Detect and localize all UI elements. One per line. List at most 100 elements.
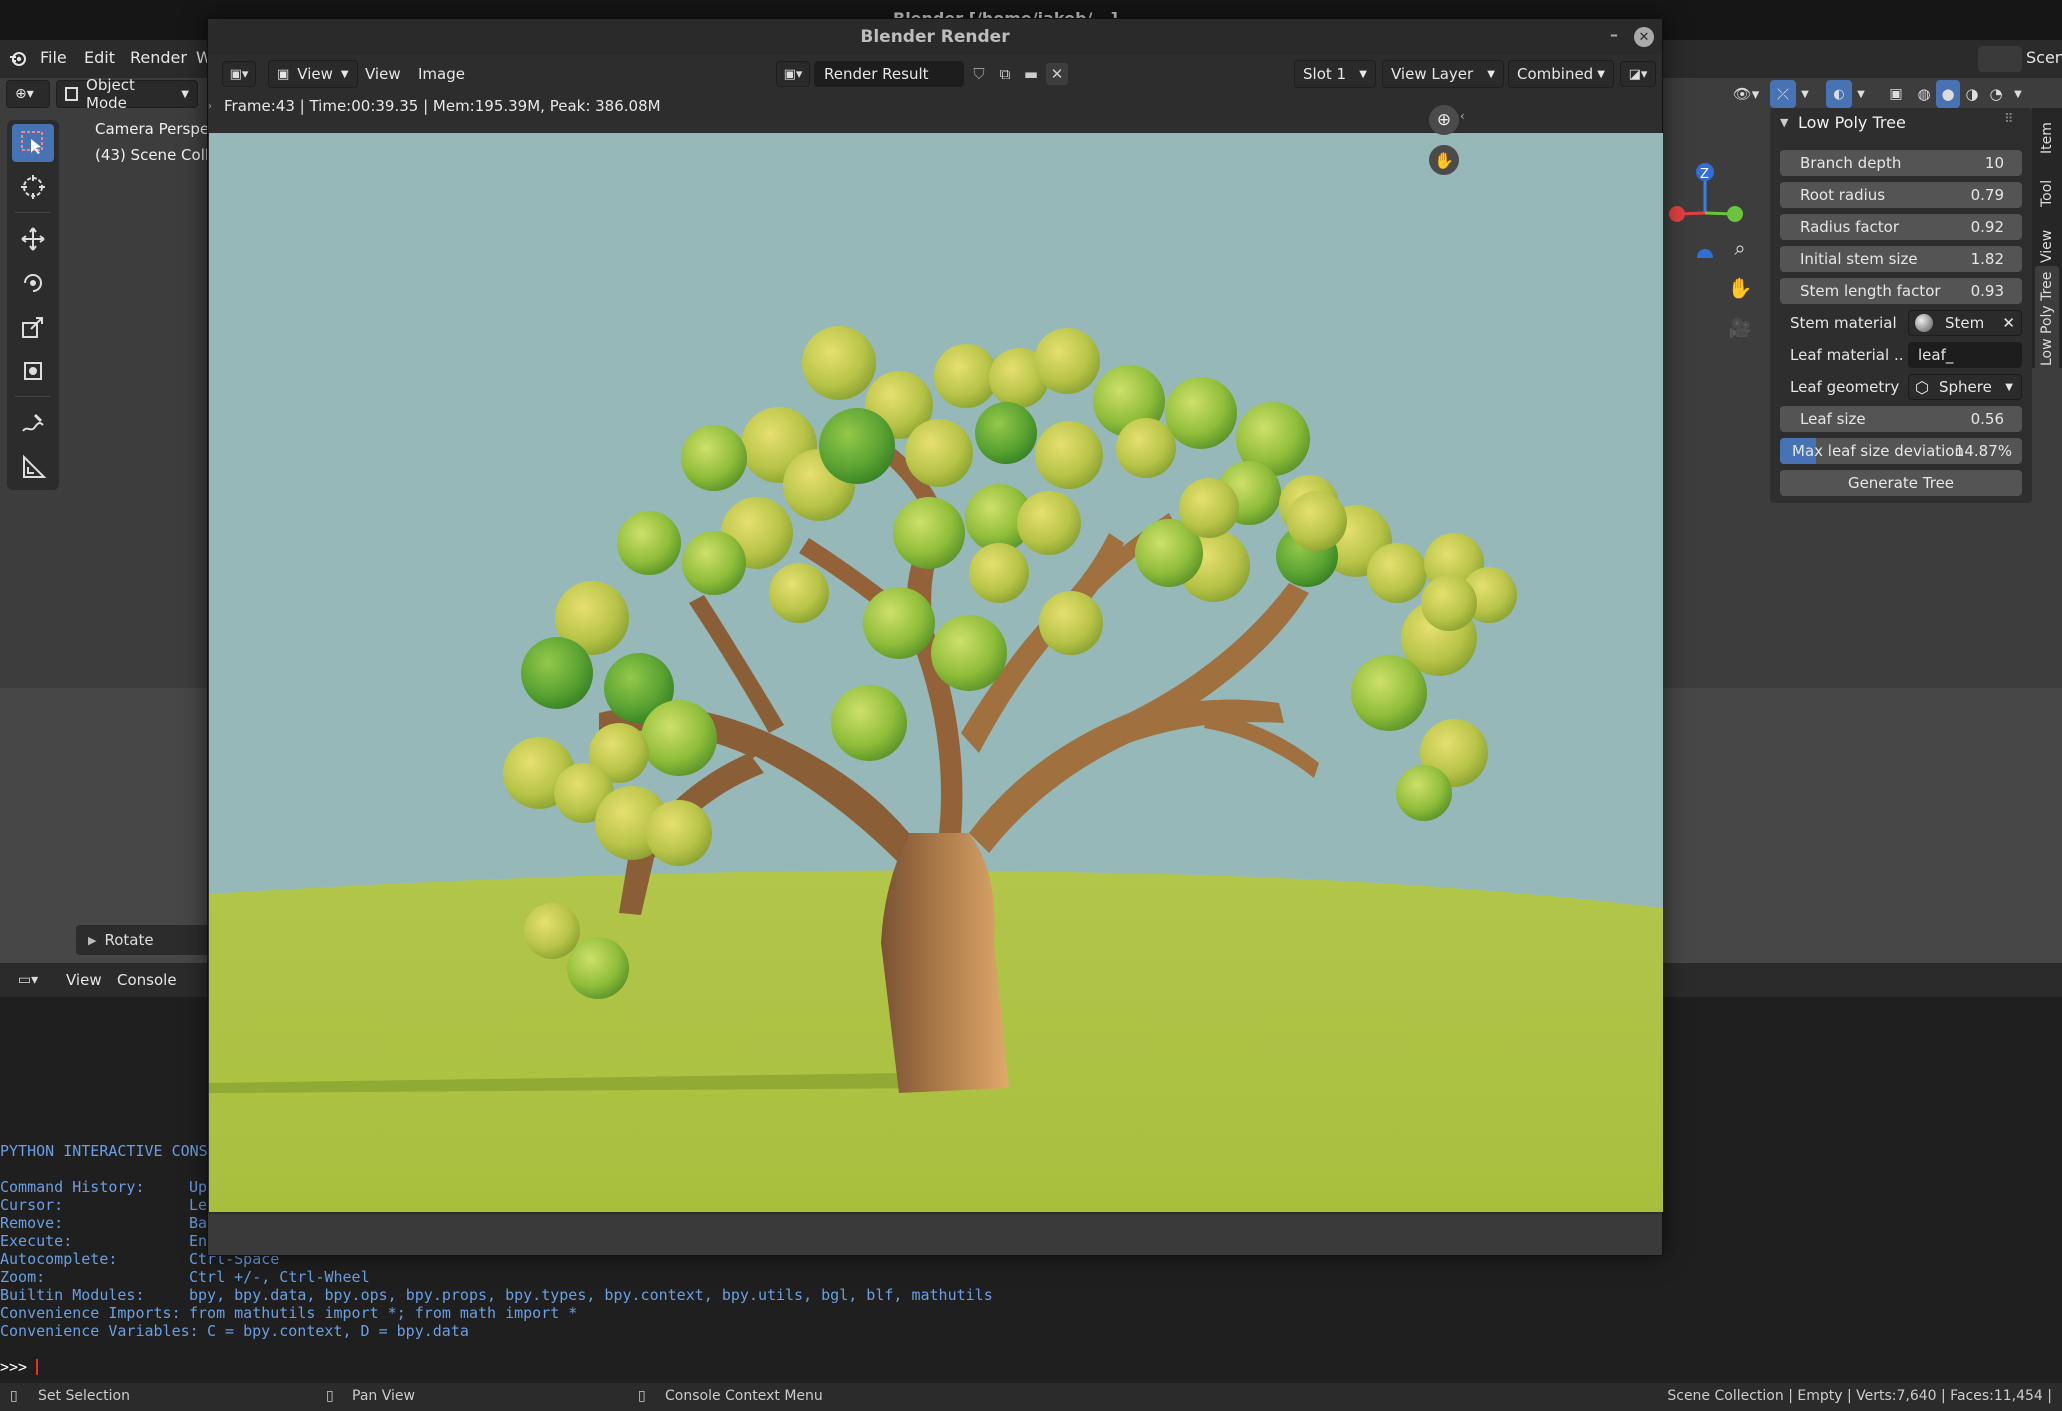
generate-tree-label: Generate Tree <box>1847 474 1955 492</box>
toolbar-expand-icon[interactable]: › <box>208 101 212 112</box>
stem-material-label: Stem material <box>1790 314 1897 332</box>
menu-file[interactable]: File <box>40 48 67 67</box>
clear-material-icon[interactable]: ✕ <box>2002 314 2015 332</box>
axis-z-label: Z <box>1700 167 1709 182</box>
render-window[interactable]: Blender Render – ✕ ▣▾ ▣ View ▼ View Imag… <box>207 18 1663 1256</box>
drag-handle-icon[interactable]: ⠿ <box>2004 112 2014 127</box>
display-channels-icon[interactable]: ◪▾ <box>1620 61 1656 87</box>
object-mode-label: Object Mode <box>86 76 135 112</box>
minimize-icon[interactable]: – <box>1610 25 1618 44</box>
mesh-sphere-icon: ⬡ <box>1915 377 1929 397</box>
menu-view[interactable]: View <box>365 65 401 83</box>
shading-dropdown-icon[interactable]: ▼ <box>2008 80 2028 108</box>
close-window-icon[interactable]: ✕ <box>1634 27 1654 47</box>
wireframe-shading-icon[interactable]: ◍ <box>1912 80 1936 108</box>
sidebar-tabs: Item Tool View Low Poly Tree <box>2032 108 2062 372</box>
gizmo-dropdown-icon[interactable]: ▼ <box>1796 80 1814 108</box>
menu-render[interactable]: Render <box>130 48 187 67</box>
image-editor-type-icon[interactable]: ▣▾ <box>222 61 256 87</box>
annotate-tool[interactable] <box>12 404 54 442</box>
pan-hand-icon[interactable]: ✋ <box>1429 145 1459 175</box>
console-line-key: Builtin Modules: <box>0 1286 145 1304</box>
chevron-down-icon: ▼ <box>1359 68 1367 80</box>
panel-collapse-icon[interactable]: ▼ <box>1780 116 1788 129</box>
zoom-in-icon[interactable]: ⊕ <box>1429 105 1459 135</box>
max-leaf-size-deviation-slider[interactable]: Max leaf size deviation 14.87% <box>1780 438 2022 464</box>
measure-tool[interactable] <box>12 448 54 486</box>
render-result-image[interactable] <box>209 133 1663 1212</box>
material-shading-icon[interactable]: ◑ <box>1960 80 1984 108</box>
stem-material-field[interactable]: Stem ✕ <box>1908 310 2022 336</box>
xray-icon[interactable]: ▣ <box>1884 80 1908 108</box>
overlay-dropdown-icon[interactable]: ▼ <box>1852 80 1870 108</box>
radius-factor-field[interactable]: Radius factor 0.92 <box>1780 214 2022 240</box>
view-mode-dropdown[interactable]: ▣ View ▼ <box>268 60 358 88</box>
overlay-toggle-icon[interactable]: ◐ <box>1826 80 1852 108</box>
console-line-value: C = bpy.context, D = bpy.data <box>207 1322 469 1340</box>
editor-type-selector[interactable]: ⊕▾ <box>6 80 50 108</box>
rotate-operator-panel[interactable]: ▶ Rotate <box>76 925 216 955</box>
editor-type-icon: ⊕▾ <box>15 86 34 102</box>
tab-view[interactable]: View <box>2035 220 2059 272</box>
stem-length-factor-field[interactable]: Stem length factor 0.93 <box>1780 278 2022 304</box>
leaf-geometry-label: Leaf geometry <box>1790 378 1900 396</box>
leaf-size-value: 0.56 <box>1970 410 2004 428</box>
console-line-value: bpy, bpy.data, bpy.ops, bpy.props, bpy.t… <box>189 1286 993 1304</box>
fake-user-shield-icon[interactable]: ⛉ <box>968 63 990 85</box>
rendered-shading-icon[interactable]: ◔ <box>1984 80 2008 108</box>
scale-tool[interactable] <box>12 308 54 346</box>
visibility-icon[interactable]: 👁▾ <box>1726 80 1766 108</box>
render-window-titlebar[interactable]: Blender Render – ✕ <box>208 19 1662 55</box>
field-label: Initial stem size <box>1800 250 1918 268</box>
move-tool[interactable] <box>12 220 54 258</box>
browse-image-icon[interactable]: ▣▾ <box>776 61 810 87</box>
console-line-value: Le <box>189 1196 208 1214</box>
console-menu-console[interactable]: Console <box>117 971 177 989</box>
console-line-key: Cursor: <box>0 1196 64 1214</box>
render-pass-dropdown[interactable]: Combined ▼ <box>1508 60 1614 88</box>
image-name-field[interactable]: Render Result <box>814 61 964 87</box>
console-editor-type-icon[interactable]: ▭▾ <box>8 967 48 993</box>
sidebar-panel: ▼ Low Poly Tree ⠿ Branch depth 10 Root r… <box>1770 108 2032 503</box>
unlink-image-icon[interactable]: ✕ <box>1046 63 1068 85</box>
tab-tool[interactable]: Tool <box>2035 170 2059 216</box>
render-pass-label: Combined <box>1517 65 1594 83</box>
initial-stem-size-field[interactable]: Initial stem size 1.82 <box>1780 246 2022 272</box>
slider-value: 14.87% <box>1954 442 2012 460</box>
select-box-tool[interactable] <box>12 124 54 162</box>
viewport-header-right: 👁▾ ⤫ ▼ ◐ ▼ ▣ ◍ ● ◑ ◔ ▼ <box>1726 80 2032 108</box>
sidebar-expand-icon[interactable]: ‹ <box>1460 109 1465 123</box>
panel-title: Low Poly Tree <box>1798 113 1906 132</box>
menu-image[interactable]: Image <box>418 65 465 83</box>
leaf-geometry-dropdown[interactable]: ⬡ Sphere ▼ <box>1908 374 2022 400</box>
console-menu-view[interactable]: View <box>66 971 102 989</box>
pan-hand-icon[interactable]: ✋ <box>1726 274 1754 302</box>
view-layer-dropdown[interactable]: View Layer ▼ <box>1382 60 1504 88</box>
scene-name[interactable]: Scene <box>2026 48 2062 67</box>
console-line-value: Ba <box>189 1214 208 1232</box>
camera-view-icon[interactable]: 🎥 <box>1726 314 1754 342</box>
open-folder-icon[interactable]: ▬ <box>1020 63 1042 85</box>
scene-selector-icon[interactable] <box>1978 46 2022 72</box>
root-radius-field[interactable]: Root radius 0.79 <box>1780 182 2022 208</box>
rotate-tool[interactable] <box>12 264 54 302</box>
cursor-tool[interactable] <box>12 168 54 206</box>
slot-dropdown[interactable]: Slot 1 ▼ <box>1294 60 1376 88</box>
branch-depth-field[interactable]: Branch depth 10 <box>1780 150 2022 176</box>
menu-edit[interactable]: Edit <box>84 48 115 67</box>
solid-shading-icon[interactable]: ● <box>1936 80 1960 108</box>
zoom-icon[interactable]: ⌕ <box>1726 234 1754 262</box>
gizmo-toggle-icon[interactable]: ⤫ <box>1770 80 1796 108</box>
tab-item[interactable]: Item <box>2035 112 2059 164</box>
console-line-key: Remove: <box>0 1214 64 1232</box>
console-line-key: Execute: <box>0 1232 73 1250</box>
leaf-material-input[interactable]: leaf_ <box>1908 342 2022 368</box>
object-mode-dropdown[interactable]: Object Mode ▼ <box>56 76 198 112</box>
duplicate-image-icon[interactable]: ⧉ <box>994 63 1016 85</box>
tab-low-poly-tree[interactable]: Low Poly Tree <box>2035 266 2059 372</box>
transform-tool[interactable] <box>12 352 54 390</box>
leaf-size-field[interactable]: Leaf size 0.56 <box>1780 406 2022 432</box>
blender-logo-icon[interactable] <box>6 48 30 70</box>
field-label: Radius factor <box>1800 218 1900 236</box>
generate-tree-button[interactable]: Generate Tree <box>1780 470 2022 496</box>
